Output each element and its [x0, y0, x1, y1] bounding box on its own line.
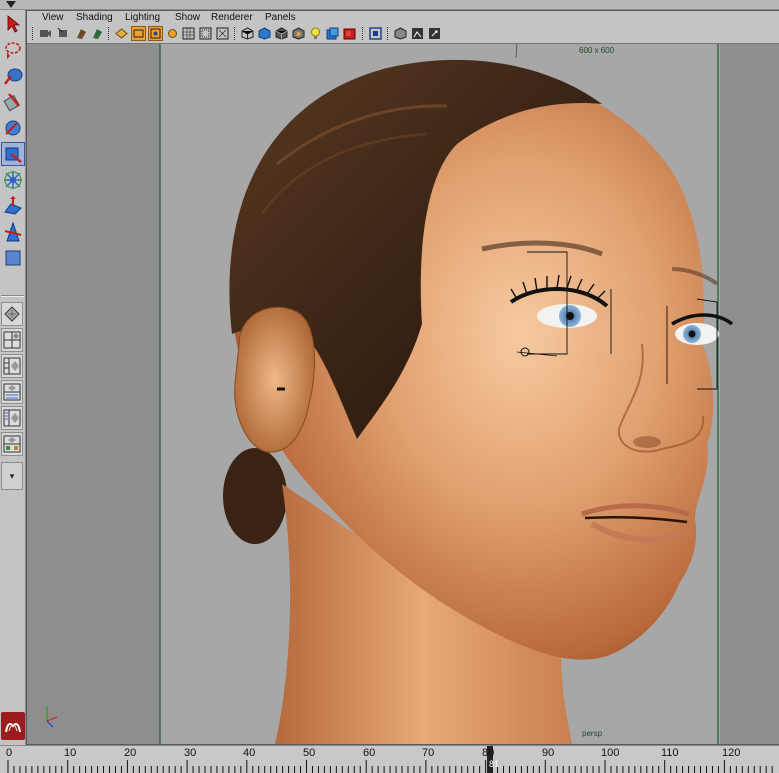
- wireframe-icon[interactable]: [240, 26, 255, 41]
- rotate-icon[interactable]: [1, 116, 25, 140]
- show-manipulator-icon[interactable]: [1, 220, 25, 244]
- scene-render: [46, 44, 734, 744]
- tick-label: 80: [482, 747, 495, 759]
- persp-outliner-icon[interactable]: [1, 380, 23, 404]
- tick-label: 60: [363, 747, 376, 759]
- gate-mask-icon[interactable]: [165, 26, 180, 41]
- tick-label: 100: [601, 747, 620, 759]
- universal-manip-icon[interactable]: [1, 168, 25, 192]
- menu-view[interactable]: View: [42, 12, 64, 23]
- backface-culling-icon[interactable]: [368, 26, 383, 41]
- time-slider[interactable]: 0 10 20 30 40 50 60 70 80 90 100 110 120…: [0, 745, 779, 773]
- persp-hypershade-icon[interactable]: [1, 432, 23, 456]
- perspective-panel: View Shading Lighting Show Renderer Pane…: [26, 10, 779, 745]
- safe-title-icon[interactable]: [215, 26, 230, 41]
- xray-icon[interactable]: [342, 26, 357, 41]
- next-view-icon[interactable]: [74, 26, 89, 41]
- single-perspective-icon[interactable]: [1, 302, 23, 326]
- tick-label: 0: [6, 747, 13, 759]
- two-panes-icon[interactable]: [1, 354, 23, 378]
- image-plane-icon[interactable]: [410, 26, 425, 41]
- shelf-menu-chevron-icon[interactable]: [4, 0, 18, 9]
- film-gate-icon[interactable]: [131, 26, 146, 41]
- toolbar-grip[interactable]: [362, 27, 365, 40]
- toolbox-divider: [1, 295, 24, 297]
- tick-label: 10: [64, 747, 77, 759]
- toolbar-grip[interactable]: [32, 27, 35, 40]
- tick-label: 120: [722, 747, 741, 759]
- select-arrow-icon[interactable]: [1, 12, 25, 36]
- toolbar-grip[interactable]: [387, 27, 390, 40]
- resolution-gate-label: 600 x 600: [579, 46, 615, 55]
- four-view-icon[interactable]: [1, 328, 23, 352]
- textured-icon[interactable]: [274, 26, 289, 41]
- panel-menubar: View Shading Lighting Show Renderer Pane…: [27, 11, 779, 24]
- panel-toolbar: [27, 24, 779, 44]
- tick-label: 20: [124, 747, 137, 759]
- shadows-icon[interactable]: [308, 26, 323, 41]
- perspective-viewport[interactable]: 600 x 600 persp: [27, 44, 779, 744]
- tick-label: 90: [542, 747, 555, 759]
- current-frame-label: 81: [489, 759, 500, 769]
- menu-renderer[interactable]: Renderer: [211, 12, 253, 23]
- select-camera-icon[interactable]: [38, 26, 53, 41]
- resolution-gate-icon[interactable]: [148, 26, 163, 41]
- last-tool-icon[interactable]: [1, 246, 25, 270]
- persp-graph-icon[interactable]: [1, 406, 23, 430]
- lasso-icon[interactable]: [1, 38, 25, 62]
- menu-show[interactable]: Show: [175, 12, 200, 23]
- tick-label: 40: [243, 747, 256, 759]
- maya-logo-icon: [1, 712, 25, 740]
- bookmark-icon[interactable]: [90, 26, 105, 41]
- toolbox: ▾: [0, 10, 26, 745]
- camera-attributes-icon[interactable]: [393, 26, 408, 41]
- scale-icon[interactable]: [1, 142, 25, 166]
- hair-bun: [223, 448, 287, 544]
- toolbar-grip[interactable]: [234, 27, 237, 40]
- menu-shading[interactable]: Shading: [76, 12, 113, 23]
- tick-label: 110: [661, 747, 679, 759]
- maya-window: ▾ View Shading Lighting Show Renderer Pa…: [0, 0, 779, 773]
- previous-view-icon[interactable]: [56, 26, 71, 41]
- safe-action-icon[interactable]: [198, 26, 213, 41]
- use-lights-icon[interactable]: [291, 26, 306, 41]
- view-axis-icon: [46, 706, 58, 728]
- smooth-shade-icon[interactable]: [257, 26, 272, 41]
- layout-dropdown-button[interactable]: ▾: [1, 462, 23, 490]
- soft-mod-icon[interactable]: [1, 194, 25, 218]
- tick-label: 30: [184, 747, 197, 759]
- tick-label: 70: [422, 747, 435, 759]
- field-chart-icon[interactable]: [181, 26, 196, 41]
- paint-select-icon[interactable]: [1, 64, 25, 88]
- toolbar-grip[interactable]: [108, 27, 111, 40]
- menu-lighting[interactable]: Lighting: [125, 12, 160, 23]
- isolate-select-icon[interactable]: [325, 26, 340, 41]
- move-icon[interactable]: [1, 90, 25, 114]
- grid-icon[interactable]: [114, 26, 129, 41]
- two-d-pan-zoom-icon[interactable]: [427, 26, 442, 41]
- shelf-strip: [0, 0, 779, 10]
- menu-panels[interactable]: Panels: [265, 12, 296, 23]
- camera-name-label: persp: [582, 729, 603, 738]
- tick-label: 50: [303, 747, 316, 759]
